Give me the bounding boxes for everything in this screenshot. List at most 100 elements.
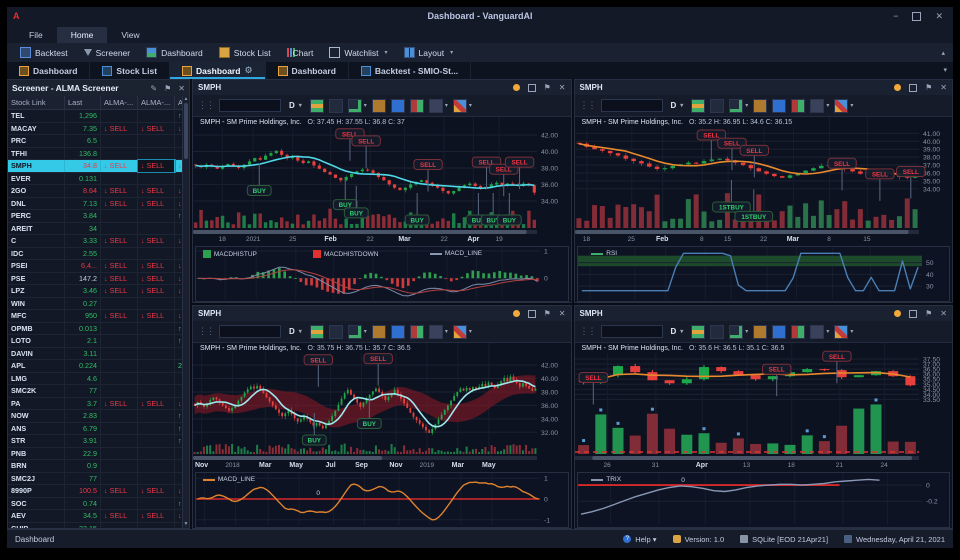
price-chart[interactable]: 41.0040.0039.0038.0037.0036.0035.0034.00… [575, 117, 953, 235]
table-row-PERC[interactable]: PERC3.84↑ 1STB...↓ SELL [8, 210, 182, 223]
table-row-PSEI[interactable]: PSEI6,4...↓ SELL↓ SELL↓ SELL [8, 260, 182, 273]
scroll-up-icon[interactable]: ▲ [184, 96, 189, 103]
table-row-LOTO[interactable]: LOTO2.1↑ 1STB...↓ SELL [8, 335, 182, 348]
edit-icon[interactable]: ✎ [150, 84, 157, 93]
stock-link-cell[interactable]: TFHI [8, 148, 65, 160]
indicator-pane[interactable]: TRIX0-0.20 [577, 472, 951, 528]
table-row-TFHI[interactable]: TFHI136.8↓ SELL [8, 148, 182, 161]
toolbar-icon-wrap[interactable] [791, 325, 805, 339]
stock-link-cell[interactable]: ANS [8, 423, 65, 435]
column-header-0[interactable]: Stock Link [8, 96, 65, 109]
table-row-IDC[interactable]: IDC2.55↓ SELL [8, 248, 182, 261]
stock-link-cell[interactable]: NOW [8, 410, 65, 422]
status-item-database-icon[interactable]: SQLite [EOD 21Apr21] [740, 535, 828, 544]
toolbar-icon-wrap[interactable] [691, 325, 705, 339]
symbol-input[interactable] [601, 99, 663, 112]
stock-link-cell[interactable]: SMC2K [8, 385, 65, 397]
stock-link-cell[interactable]: PSE [8, 273, 65, 285]
toolbar-icon-wrap[interactable] [691, 99, 705, 113]
table-row-C[interactable]: C3.33↓ SELL↓ SELL↓ SELL [8, 235, 182, 248]
column-header-1[interactable]: Last [65, 96, 101, 109]
stock-link-cell[interactable]: DNL [8, 198, 65, 210]
stock-link-cell[interactable]: LPZ [8, 285, 65, 297]
stock-link-cell[interactable]: C [8, 235, 65, 247]
table-row-APL[interactable]: APL0.2242NDBUY [8, 360, 182, 373]
ribbon-button-watchlist[interactable]: Watchlist▾ [322, 45, 394, 60]
stock-link-cell[interactable]: PERC [8, 210, 65, 222]
ribbon-button-chart[interactable]: Chart [280, 46, 321, 60]
timeframe-button[interactable]: D▾ [286, 326, 305, 337]
toolbar-icon-wrap[interactable] [710, 99, 724, 113]
table-row-DAVIN[interactable]: DAVIN3.11↓ SELL [8, 348, 182, 361]
table-row-DNL[interactable]: DNL7.13↓ SELL↓ SELL↓ SELL [8, 198, 182, 211]
stock-link-cell[interactable]: PRC [8, 135, 65, 147]
toolbar-icon-wrap[interactable] [391, 99, 405, 113]
indicator-pane[interactable]: MACD_LINE10-10 [195, 472, 569, 528]
symbol-input[interactable] [601, 325, 663, 338]
pin-icon[interactable]: ⚑ [544, 310, 551, 318]
status-item-key-icon[interactable]: Version: 1.0 [673, 535, 725, 544]
scroll-down-icon[interactable]: ▼ [184, 521, 189, 528]
stock-link-cell[interactable]: PSEI [8, 260, 65, 272]
table-row-SOC[interactable]: SOC0.74↑ 1STB...↓ SELL [8, 498, 182, 511]
price-chart[interactable]: 42.0040.0038.0036.0034.0032.00SELLSELLBU… [193, 343, 571, 461]
status-item-help-icon[interactable]: ?Help ▾ [623, 535, 656, 544]
table-row-NOW[interactable]: NOW2.83↑ 1STB...↓ SELL [8, 410, 182, 423]
toolbar-icon-wrap[interactable]: ▾ [834, 99, 853, 113]
stock-link-cell[interactable]: STR [8, 435, 65, 447]
pin-icon[interactable]: ⚑ [925, 310, 932, 318]
table-row-PRC[interactable]: PRC6.5↓ SELL [8, 135, 182, 148]
toolbar-icon-wrap[interactable]: ▾ [729, 325, 748, 339]
stock-link-cell[interactable]: IDC [8, 248, 65, 260]
toolbar-icon-wrap[interactable] [410, 99, 424, 113]
table-row-SMPH[interactable]: SMPH34.8↓ SELL↓ SELL↓ SELL [8, 160, 182, 173]
price-chart[interactable]: 42.0040.0038.0036.0034.00SELLSELLSELLSEL… [193, 117, 571, 235]
table-row-MFC[interactable]: MFC950↓ SELL↓ SELL↓ SELL [8, 310, 182, 323]
table-row-EVER[interactable]: EVER0.131↓ SELL [8, 173, 182, 186]
toolbar-icon-wrap[interactable] [372, 99, 386, 113]
tab-dashboard[interactable]: Dashboard⚙ [170, 62, 265, 79]
symbol-input[interactable] [219, 325, 281, 338]
table-row-2GO[interactable]: 2GO8.64↓ SELL↓ SELL↓ SELL [8, 185, 182, 198]
restore-icon[interactable] [909, 310, 917, 318]
stock-link-cell[interactable]: LOTO [8, 335, 65, 347]
drag-handle[interactable]: ⋮⋮ [580, 100, 596, 111]
menu-item-home[interactable]: Home [57, 27, 108, 43]
tab-dashboard[interactable]: Dashboard [7, 62, 90, 79]
timeframe-button[interactable]: D▾ [286, 100, 305, 111]
table-row-BRN[interactable]: BRN0.9↓ SELL [8, 460, 182, 473]
stock-link-cell[interactable]: DAVIN [8, 348, 65, 360]
toolbar-icon-wrap[interactable]: ▾ [429, 99, 448, 113]
table-row-AEV[interactable]: AEV34.5↓ SELL↓ SELL↓ SELL [8, 510, 182, 523]
restore-icon[interactable] [528, 310, 536, 318]
close-button[interactable]: ✕ [935, 12, 943, 21]
column-header-2[interactable]: ALMA-... [101, 96, 138, 109]
table-row-STR[interactable]: STR3.91↑ 1STB...↑ BUY [8, 435, 182, 448]
toolbar-icon-wrap[interactable]: ▾ [810, 99, 829, 113]
toolbar-icon-wrap[interactable]: ▾ [810, 325, 829, 339]
toolbar-icon-wrap[interactable] [753, 99, 767, 113]
symbol-input[interactable] [219, 99, 281, 112]
stock-link-cell[interactable]: SOC [8, 498, 65, 510]
stock-link-cell[interactable]: PA [8, 398, 65, 410]
close-icon[interactable]: ✕ [559, 84, 566, 92]
stock-link-cell[interactable]: AREIT [8, 223, 65, 235]
column-header-3[interactable]: ALMA-... [138, 96, 175, 109]
ribbon-button-backtest[interactable]: Backtest [13, 45, 75, 60]
close-icon[interactable]: ✕ [940, 310, 947, 318]
gear-icon[interactable]: ⚙ [244, 65, 252, 76]
table-row-LPZ[interactable]: LPZ3.46↓ SELL↓ SELL↓ SELL [8, 285, 182, 298]
close-icon[interactable]: ✕ [559, 310, 566, 318]
table-row-8990P[interactable]: 8990P100.5↓ SELL↓ SELL↓ SELL [8, 485, 182, 498]
pin-icon[interactable]: ⚑ [925, 84, 932, 92]
table-row-PNB[interactable]: PNB22.9↓ SELL [8, 448, 182, 461]
close-icon[interactable]: ✕ [178, 84, 185, 93]
stock-link-cell[interactable]: EVER [8, 173, 65, 185]
table-row-PSE[interactable]: PSE147.2↓ SELL↓ SELL↓ SELL [8, 273, 182, 286]
ribbon-button-screener[interactable]: Screener [77, 46, 138, 60]
table-row-PA[interactable]: PA3.7↓ SELL↓ SELL↓ SELL [8, 398, 182, 411]
toolbar-icon-wrap[interactable]: ▾ [453, 99, 472, 113]
toolbar-icon-wrap[interactable]: ▾ [729, 99, 748, 113]
table-row-CHIB[interactable]: CHIB23.15↓ SELL [8, 523, 182, 529]
table-row-WIN[interactable]: WIN0.27↓ SELL [8, 298, 182, 311]
